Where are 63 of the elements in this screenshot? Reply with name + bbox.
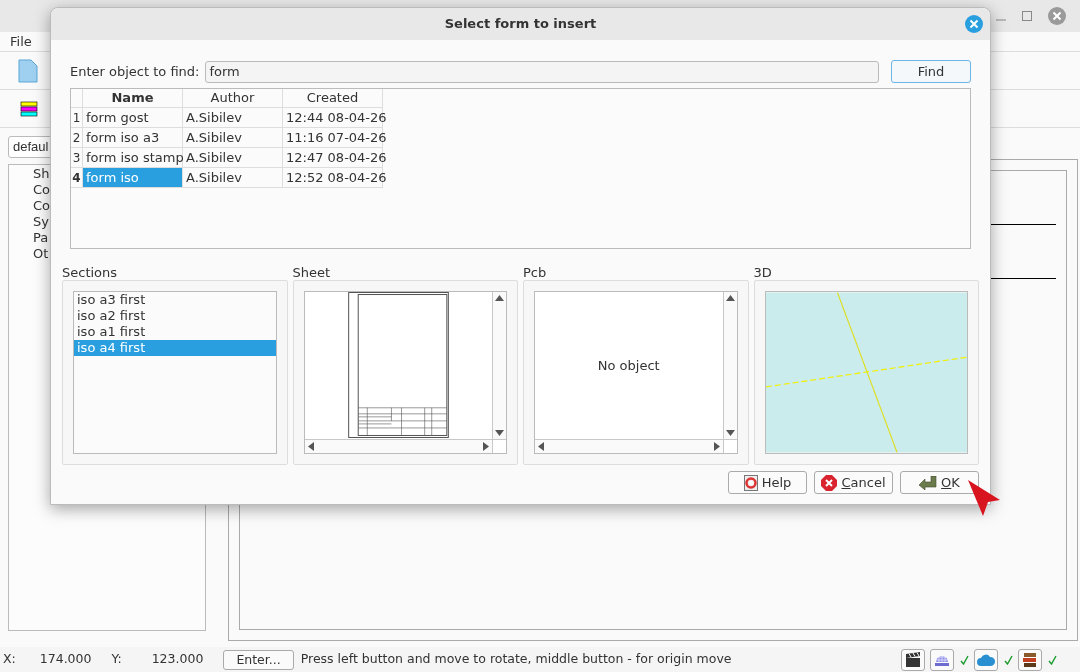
layers-icon[interactable] (20, 99, 38, 118)
y-label: Y: (111, 650, 122, 669)
down-arrow-icon[interactable] (495, 430, 504, 436)
list-item[interactable]: iso a3 first (74, 292, 276, 308)
checkmark-icon (960, 654, 969, 665)
list-item[interactable]: iso a1 first (74, 324, 276, 340)
x-value: 174.000 (39, 650, 92, 669)
panel-title: 3D (753, 264, 773, 280)
find-button[interactable]: Find (891, 60, 971, 83)
vertical-scrollbar[interactable] (492, 292, 506, 439)
vertical-scrollbar[interactable] (722, 292, 737, 439)
row-number: 1 (71, 108, 83, 127)
cancel-icon (821, 474, 838, 491)
enter-button[interactable]: Enter... (223, 649, 294, 670)
clapperboard-icon (905, 651, 921, 668)
status-indicator-button[interactable] (901, 648, 925, 671)
close-icon[interactable] (1048, 7, 1066, 25)
up-arrow-icon[interactable] (725, 295, 735, 301)
cancel-button[interactable]: Cancel (814, 471, 893, 494)
checkmark-icon (1004, 654, 1013, 665)
table-cell[interactable]: form iso stamp (83, 148, 183, 167)
list-item[interactable]: iso a2 first (74, 308, 276, 324)
row-number: 3 (71, 148, 83, 167)
menu-item[interactable]: File (10, 31, 32, 52)
column-header[interactable]: Created (283, 89, 383, 107)
panel-title: Sheet (292, 264, 332, 280)
table-cell: A.Sibilev (183, 148, 283, 167)
ok-button[interactable]: OK (900, 471, 979, 494)
column-header[interactable]: Name (83, 89, 183, 107)
down-arrow-icon[interactable] (725, 430, 735, 436)
table-cell: A.Sibilev (183, 108, 283, 127)
right-arrow-icon[interactable] (483, 442, 489, 451)
horizontal-scrollbar[interactable] (535, 439, 723, 453)
x-label: X: (3, 650, 16, 669)
right-arrow-icon[interactable] (713, 442, 720, 451)
help-button[interactable]: Help (728, 471, 807, 494)
horizontal-scrollbar[interactable] (304, 439, 492, 453)
table-cell: A.Sibilev (183, 168, 283, 187)
panel-title: Pcb (523, 264, 548, 280)
left-arrow-icon[interactable] (307, 442, 314, 451)
table-cell[interactable]: form iso a3 (83, 128, 183, 147)
table-cell[interactable]: form gost (83, 108, 183, 127)
row-number: 2 (71, 128, 83, 147)
left-arrow-icon[interactable] (538, 442, 544, 451)
maximize-icon[interactable] (1022, 11, 1032, 21)
cloud-icon (977, 652, 995, 667)
close-icon[interactable] (965, 15, 983, 33)
search-label: Enter object to find: (70, 62, 200, 81)
search-field[interactable]: form (205, 60, 879, 83)
checkmark-icon (1048, 654, 1057, 665)
status-indicator-button[interactable] (1018, 648, 1042, 671)
empty-message: No object (597, 356, 660, 375)
return-arrow-icon (919, 475, 938, 490)
up-arrow-icon[interactable] (495, 295, 504, 301)
table-cell: A.Sibilev (183, 128, 283, 147)
lifebuoy-icon (743, 474, 758, 491)
y-value: 123.000 (151, 650, 204, 669)
status-message: Press left button and move to rotate, middle button - for origin move (300, 650, 732, 669)
books-icon (1022, 651, 1038, 668)
dialog-title: Select form to insert (444, 15, 597, 34)
mouse-cursor-icon (966, 478, 1002, 518)
column-header[interactable]: Author (183, 89, 283, 107)
panel-title: Sections (62, 264, 119, 280)
